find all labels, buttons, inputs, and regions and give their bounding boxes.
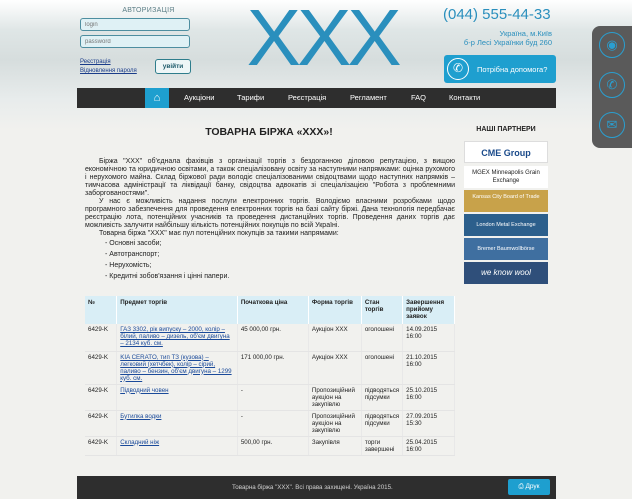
- intro-paragraph-2: У нас є можливість надання послуги елект…: [85, 198, 455, 229]
- lot-link[interactable]: Складний ніж: [120, 439, 159, 446]
- mail-icon[interactable]: ✉: [599, 112, 625, 138]
- cell-subject: KIA CERATO, тип ТЗ (кузова) – легковий (…: [116, 351, 238, 385]
- footer: Товарна біржа "XXX". Всі права захищені.…: [77, 476, 556, 499]
- nav-item-registration[interactable]: Реєстрація: [288, 88, 326, 108]
- list-item: - Автотранспорт;: [105, 251, 160, 258]
- cell-price: 171 000,00 грн.: [237, 351, 309, 385]
- cell-form: Аукціон XXX: [308, 324, 362, 352]
- print-button[interactable]: ⎙ Друк: [508, 479, 550, 495]
- phone-icon[interactable]: ✆: [599, 72, 625, 98]
- cell-deadline: 14.09.2015 16:00: [402, 324, 455, 352]
- cell-price: 500,00 грн.: [237, 436, 309, 456]
- cell-deadline: 27.09.2015 15:30: [402, 410, 455, 437]
- lot-link[interactable]: Підводний човен: [120, 387, 168, 394]
- col-header-subject: Предмет торгів: [116, 296, 238, 324]
- location-icon[interactable]: ◉: [599, 32, 625, 58]
- cell-subject: Складний ніж: [116, 436, 238, 456]
- cell-subject: Бутилка водки: [116, 410, 238, 437]
- login-button[interactable]: увійти: [155, 59, 191, 74]
- login-input[interactable]: [80, 18, 190, 31]
- cell-form: Пропозиційний аукціон на закупівлю: [308, 410, 362, 437]
- nav-item-tariffs[interactable]: Тарифи: [237, 88, 264, 108]
- intro-paragraph-1: Біржа "XXX" об'єднала фахівців з організ…: [85, 158, 455, 197]
- site-logo[interactable]: XXX: [247, 0, 402, 78]
- cell-subject: Підводний човен: [116, 384, 238, 411]
- lot-link[interactable]: Бутилка водки: [120, 413, 161, 420]
- auth-links: Реєстрація Відновлення пароля: [80, 58, 137, 76]
- cell-status: торги завершені: [361, 436, 404, 456]
- cell-status: підводяться підсумки: [361, 384, 404, 411]
- help-label: Потрібна допомога?: [477, 65, 548, 74]
- cell-form: Пропозиційний аукціон на закупівлю: [308, 384, 362, 411]
- intro-text: Біржа "XXX" об'єднала фахівців з організ…: [85, 158, 455, 282]
- cell-deadline: 21.10.2015 16:00: [402, 351, 455, 385]
- col-header-status: Стан торгів: [361, 296, 404, 324]
- printer-icon: ⎙: [518, 483, 524, 490]
- col-header-number: №: [85, 296, 118, 324]
- cell-number: 6429-K: [85, 384, 118, 411]
- cell-number: 6429-K: [85, 436, 118, 456]
- cell-number: 6429-K: [85, 324, 118, 352]
- home-icon[interactable]: ⌂: [145, 88, 169, 108]
- cell-price: 45 000,00 грн.: [237, 324, 309, 352]
- partner-kcbt[interactable]: Kansas City Board of Trade: [464, 190, 548, 212]
- cell-subject: ГАЗ 3302, рік випуску – 2000, колір – бі…: [116, 324, 238, 352]
- directions-list: - Основні засоби; - Автотранспорт; - Нер…: [105, 238, 455, 282]
- partners-title: НАШІ ПАРТНЕРИ: [476, 126, 536, 133]
- restore-password-link[interactable]: Відновлення пароля: [80, 67, 137, 76]
- col-header-price: Початкова ціна: [237, 296, 309, 324]
- page-title: ТОВАРНА БІРЖА «XXX»!: [205, 126, 333, 138]
- list-item: - Кредитні зобов'язання і цінні папери.: [105, 273, 230, 280]
- cell-form: Закупівля: [308, 436, 362, 456]
- nav-item-rules[interactable]: Регламент: [350, 88, 387, 108]
- table-header-row: № Предмет торгів Початкова ціна Форма то…: [85, 296, 455, 324]
- cell-deadline: 25.10.2015 16:00: [402, 384, 455, 411]
- partner-lme[interactable]: London Metal Exchange: [464, 214, 548, 236]
- table-row[interactable]: 6429-K Підводний човен - Пропозиційний а…: [85, 384, 455, 411]
- cell-deadline: 25.04.2015 16:00: [402, 436, 455, 456]
- help-button[interactable]: ✆ Потрібна допомога?: [444, 55, 556, 83]
- nav-item-faq[interactable]: FAQ: [411, 88, 426, 108]
- table-row[interactable]: 6429-K Бутилка водки - Пропозиційний аук…: [85, 410, 455, 437]
- partner-wool[interactable]: we know wool: [464, 262, 548, 284]
- cell-price: -: [237, 384, 309, 411]
- cell-price: -: [237, 410, 309, 437]
- lot-link[interactable]: KIA CERATO, тип ТЗ (кузова) – легковий (…: [120, 354, 231, 382]
- cell-form: Аукціон XXX: [308, 351, 362, 385]
- lot-link[interactable]: ГАЗ 3302, рік випуску – 2000, колір – бі…: [120, 326, 229, 347]
- intro-paragraph-3: Товарна біржа "XXX" має пул потенційних …: [99, 230, 339, 237]
- side-contact-widget: ◉ ✆ ✉: [592, 26, 632, 148]
- main-nav: ⌂ Аукціони Тарифи Реєстрація Регламент F…: [77, 88, 556, 108]
- phone-number: (044) 555-44-33: [443, 6, 551, 23]
- address: Україна, м.Київ б-р Лесі Українки буд 26…: [464, 29, 552, 47]
- password-input[interactable]: [80, 35, 190, 48]
- print-label: Друк: [525, 483, 540, 490]
- cell-number: 6429-K: [85, 351, 118, 385]
- auctions-table: № Предмет торгів Початкова ціна Форма то…: [85, 296, 455, 456]
- address-city: Україна, м.Київ: [499, 29, 552, 38]
- login-title: АВТОРИЗАЦІЯ: [122, 7, 175, 14]
- cell-number: 6429-K: [85, 410, 118, 437]
- copyright-text: Товарна біржа "XXX". Всі права захищені.…: [232, 484, 393, 491]
- table-row[interactable]: 6429-K ГАЗ 3302, рік випуску – 2000, кол…: [85, 324, 455, 352]
- col-header-form: Форма торгів: [308, 296, 362, 324]
- col-header-deadline: Завершення прийому заявок: [402, 296, 455, 324]
- list-item: - Нерухомість;: [105, 262, 152, 269]
- cell-status: оголошені: [361, 351, 404, 385]
- partner-bremen[interactable]: Bremer Baumwollbörse: [464, 238, 548, 260]
- partner-cme[interactable]: CME Group: [464, 141, 548, 163]
- nav-item-auctions[interactable]: Аукціони: [184, 88, 214, 108]
- cell-status: підводяться підсумки: [361, 410, 404, 437]
- phone-icon: ✆: [447, 58, 469, 80]
- list-item: - Основні засоби;: [105, 240, 162, 247]
- table-row[interactable]: 6429-K KIA CERATO, тип ТЗ (кузова) – лег…: [85, 351, 455, 385]
- partner-mgex[interactable]: MGEX Minneapolis Grain Exchange: [464, 166, 548, 188]
- address-street: б-р Лесі Українки буд 260: [463, 38, 552, 47]
- login-form: АВТОРИЗАЦІЯ: [80, 7, 192, 48]
- register-link[interactable]: Реєстрація: [80, 58, 137, 67]
- cell-status: оголошені: [361, 324, 404, 352]
- table-row[interactable]: 6429-K Складний ніж 500,00 грн. Закупівл…: [85, 436, 455, 456]
- nav-item-contacts[interactable]: Контакти: [449, 88, 480, 108]
